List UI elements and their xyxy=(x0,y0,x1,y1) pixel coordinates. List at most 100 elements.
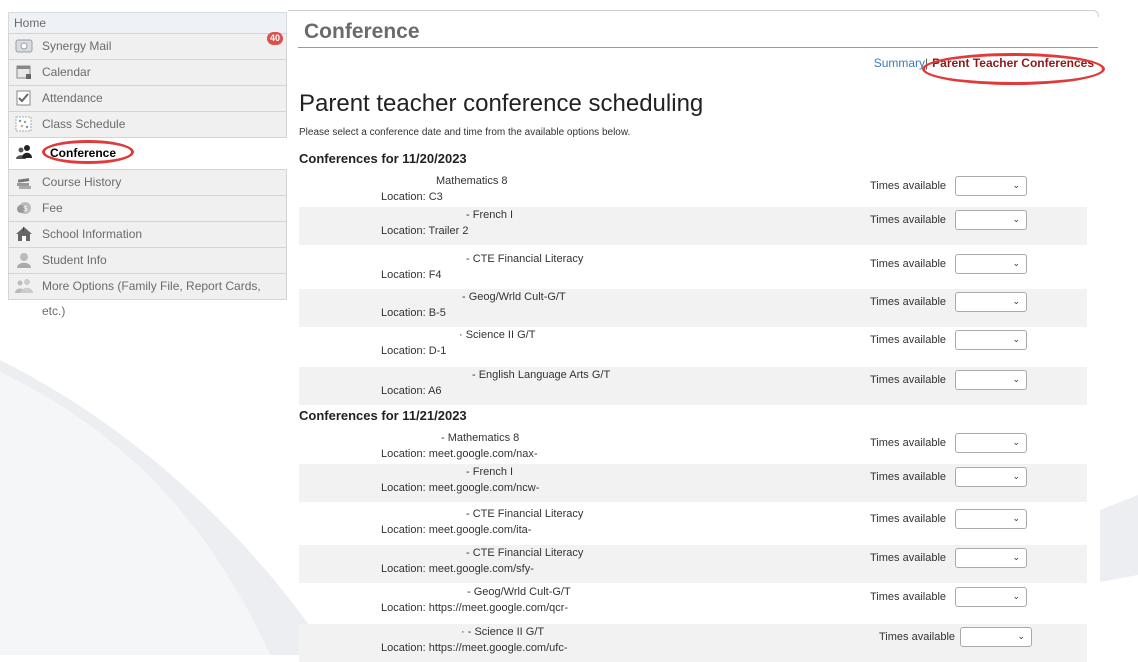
sidebar-item-label: Class Schedule xyxy=(42,117,126,131)
conference-row: - French I Location: meet.google.com/ncw-… xyxy=(299,464,1087,502)
times-available-select[interactable]: ⌄ xyxy=(955,509,1027,529)
sidebar-item-label: School Information xyxy=(42,227,143,241)
times-available-select[interactable]: ⌄ xyxy=(955,467,1027,487)
conference-row: - French I Location: Trailer 2 Times avail… xyxy=(299,207,1087,245)
conference-row: - CTE Financial Literacy Location: meet.g… xyxy=(299,506,1087,544)
highlight-circle xyxy=(922,53,1106,85)
chevron-down-icon: ⌄ xyxy=(1012,591,1020,601)
location-text: Location: https://meet.google.com/ufc- xyxy=(381,642,568,654)
chevron-down-icon: ⌄ xyxy=(1012,471,1020,481)
location-text: Location: D-1 xyxy=(381,345,447,357)
times-available-select[interactable]: ⌄ xyxy=(955,370,1027,390)
course-name: - CTE Financial Literacy xyxy=(466,547,584,559)
location-text: Location: F4 xyxy=(381,269,442,281)
school-icon xyxy=(16,227,32,241)
fee-icon: $ xyxy=(17,202,31,214)
main-content: Conference Summary| Parent Teacher Confer… xyxy=(288,10,1106,662)
course-name: - English Language Arts G/T xyxy=(472,369,611,381)
chevron-down-icon: ⌄ xyxy=(1012,513,1020,523)
times-available-select[interactable]: ⌄ xyxy=(955,292,1027,312)
sidebar-item-label: Attendance xyxy=(42,91,103,105)
location-text: Location: meet.google.com/ita- xyxy=(381,524,532,536)
panel-border xyxy=(288,10,1099,17)
sidebar-item-synergy-mail[interactable]: Synergy Mail 40 xyxy=(8,32,287,60)
location-text: Location: meet.google.com/ncw- xyxy=(381,482,540,494)
sidebar-item-class-schedule[interactable]: Class Schedule xyxy=(8,112,287,138)
sidebar-item-label: Fee xyxy=(42,201,63,215)
times-available-label: Times available xyxy=(870,552,947,564)
sidebar-item-attendance[interactable]: Attendance xyxy=(8,86,287,112)
course-name: Mathematics 8 xyxy=(436,175,508,187)
course-name: · - Science II G/T xyxy=(461,626,545,638)
mail-icon xyxy=(15,39,33,53)
times-available-label: Times available xyxy=(870,471,947,483)
conference-icon xyxy=(16,145,32,159)
times-available-label: Times available xyxy=(870,513,947,525)
sidebar-item-conference[interactable]: Conference xyxy=(8,138,287,170)
location-text: Location: https://meet.google.com/qcr- xyxy=(381,602,569,614)
chevron-down-icon: ⌄ xyxy=(1012,334,1020,344)
conference-row: · - Science II G/T Location: https://meet… xyxy=(299,624,1087,662)
sidebar-item-student-info[interactable]: Student Info xyxy=(8,248,287,274)
sidebar-item-label: Course History xyxy=(42,175,122,189)
conference-date-heading: Conferences for 11/20/2023 xyxy=(299,151,467,166)
times-available-label: Times available xyxy=(870,214,947,226)
chevron-down-icon: ⌄ xyxy=(1012,374,1020,384)
sidebar-item-school-information[interactable]: School Information xyxy=(8,222,287,248)
books-icon xyxy=(17,178,31,189)
conference-date-heading: Conferences for 11/21/2023 xyxy=(299,408,467,423)
times-available-label: Times available xyxy=(870,258,947,270)
breadcrumb-active[interactable]: Parent Teacher Conferences xyxy=(922,53,1106,85)
highlight-circle xyxy=(42,140,134,164)
breadcrumb-summary-link[interactable]: Summary xyxy=(874,56,925,70)
times-available-select[interactable]: ⌄ xyxy=(960,627,1032,647)
conference-row: - CTE Financial Literacy Location: F4 Time… xyxy=(299,251,1087,289)
conference-row: - Mathematics 8 Location: meet.google.com… xyxy=(299,430,1087,468)
times-available-select[interactable]: ⌄ xyxy=(955,548,1027,568)
svg-text:$: $ xyxy=(23,204,28,213)
sidebar-nav: Home Synergy Mail 40 Calendar Attendance… xyxy=(8,12,287,318)
course-name: - Geog/Wrld Cult-G/T xyxy=(462,291,566,303)
times-available-label: Times available xyxy=(870,296,947,308)
chevron-down-icon: ⌄ xyxy=(1012,437,1020,447)
sidebar-item-course-history[interactable]: Course History xyxy=(8,170,287,196)
conference-row: - Geog/Wrld Cult-G/T Location: B-5 Times a… xyxy=(299,289,1087,327)
sidebar-item-more-options[interactable]: More Options (Family File, Report Cards,… xyxy=(8,274,287,318)
times-available-select[interactable]: ⌄ xyxy=(955,210,1027,230)
sidebar-home[interactable]: Home xyxy=(8,12,287,33)
schedule-icon xyxy=(15,116,32,132)
times-available-label: Times available xyxy=(870,374,947,386)
chevron-down-icon: ⌄ xyxy=(1012,552,1020,562)
times-available-label: Times available xyxy=(870,334,947,346)
course-name: - Mathematics 8 xyxy=(441,432,520,444)
times-available-select[interactable]: ⌄ xyxy=(955,433,1027,453)
sidebar-item-fee[interactable]: $ Fee xyxy=(8,196,287,222)
calendar-icon xyxy=(16,65,31,79)
title-divider xyxy=(298,47,1098,48)
conference-row: - English Language Arts G/T Location: A6 T… xyxy=(299,367,1087,405)
course-name: - French I xyxy=(466,466,514,478)
chevron-down-icon: ⌄ xyxy=(1012,296,1020,306)
times-available-select[interactable]: ⌄ xyxy=(955,254,1027,274)
times-available-select[interactable]: ⌄ xyxy=(955,330,1027,350)
times-available-select[interactable]: ⌄ xyxy=(955,176,1027,196)
sidebar-item-label: Synergy Mail xyxy=(42,39,112,53)
breadcrumb: Summary| Parent Teacher Conferences xyxy=(874,50,1106,85)
course-name: - Geog/Wrld Cult-G/T xyxy=(467,586,571,598)
page-title: Conference xyxy=(304,20,420,43)
location-text: Location: A6 xyxy=(381,385,442,397)
times-available-select[interactable]: ⌄ xyxy=(955,587,1027,607)
page-heading: Parent teacher conference scheduling xyxy=(299,90,704,117)
sidebar-item-calendar[interactable]: Calendar xyxy=(8,60,287,86)
chevron-down-icon: ⌄ xyxy=(1017,631,1025,641)
course-name: - French I xyxy=(466,209,514,221)
conference-row: - CTE Financial Literacy Location: meet.g… xyxy=(299,545,1087,583)
course-name: · Science II G/T xyxy=(459,329,536,341)
times-available-label: Times available xyxy=(870,437,947,449)
student-icon xyxy=(17,253,31,268)
course-name: - CTE Financial Literacy xyxy=(466,508,584,520)
course-name: - CTE Financial Literacy xyxy=(466,253,584,265)
times-available-label: Times available xyxy=(870,180,947,192)
more-options-icon xyxy=(15,279,33,293)
times-available-label: Times available xyxy=(870,591,947,603)
